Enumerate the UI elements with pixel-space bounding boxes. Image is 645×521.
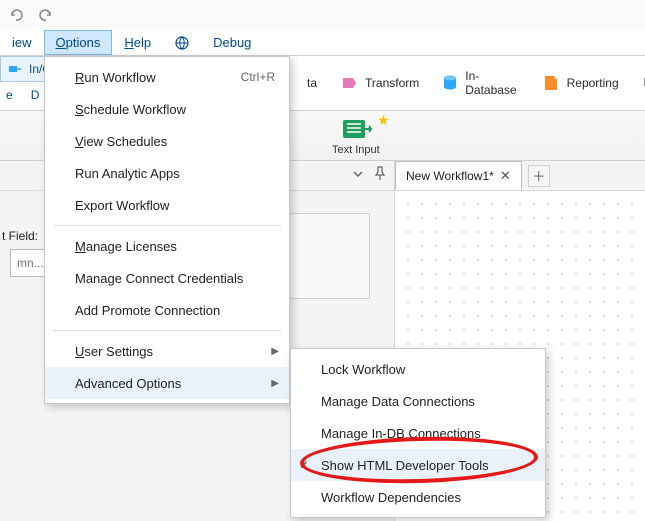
ribbon-reporting[interactable]: Reporting (531, 69, 629, 97)
menu-user-settings[interactable]: User Settings ▶ (45, 335, 289, 367)
menu-manage-connect-credentials[interactable]: Manage Connect Credentials (45, 262, 289, 294)
add-tab-button[interactable]: ＋ (528, 165, 550, 187)
subnav-item-e[interactable]: e (6, 88, 13, 102)
menu-bar: iew Options Help Debug (0, 30, 645, 56)
reporting-icon (541, 73, 561, 93)
workflow-tab[interactable]: New Workflow1* ✕ (395, 161, 522, 190)
advanced-options-dropdown: Lock Workflow Manage Data Connections Ma… (290, 348, 546, 518)
menu-debug[interactable]: Debug (201, 30, 263, 55)
tool-icon (9, 64, 21, 74)
shortcut-label: Ctrl+R (241, 70, 275, 84)
menu-manage-data-connections[interactable]: Manage Data Connections (291, 385, 545, 417)
ribbon-data[interactable]: ta (297, 72, 327, 94)
pin-icon[interactable] (374, 167, 386, 184)
options-dropdown: Run Workflow Ctrl+R Schedule Workflow Vi… (44, 56, 290, 404)
subnav-item-d[interactable]: D (31, 88, 40, 102)
menu-options[interactable]: Options (44, 30, 113, 55)
menu-schedule-workflow[interactable]: Schedule Workflow (45, 93, 289, 125)
undo-icon[interactable] (6, 5, 26, 25)
tab-label: New Workflow1* (406, 169, 494, 183)
menu-lock-workflow[interactable]: Lock Workflow (291, 353, 545, 385)
menu-run-workflow[interactable]: Run Workflow Ctrl+R (45, 61, 289, 93)
check-icon: ✓ (299, 458, 309, 472)
menu-advanced-options[interactable]: Advanced Options ▶ (45, 367, 289, 399)
menu-manage-licenses[interactable]: Manage Licenses (45, 230, 289, 262)
menu-run-analytic-apps[interactable]: Run Analytic Apps (45, 157, 289, 189)
menu-add-promote-connection[interactable]: Add Promote Connection (45, 294, 289, 326)
chevron-down-icon[interactable] (352, 168, 364, 183)
ribbon-documentation[interactable]: Docum (631, 69, 645, 97)
menu-view[interactable]: iew (0, 30, 44, 55)
database-icon (441, 73, 459, 93)
menu-help[interactable]: Help (112, 30, 163, 55)
ribbon-transform[interactable]: Transform (329, 69, 429, 97)
preview-box (280, 213, 370, 299)
star-icon: ★ (377, 112, 390, 129)
menu-workflow-dependencies[interactable]: Workflow Dependencies (291, 481, 545, 513)
ribbon-indatabase[interactable]: In-Database (431, 65, 528, 101)
text-input-icon (341, 116, 371, 142)
subnav-items: e D (0, 88, 39, 102)
globe-icon[interactable] (163, 30, 201, 55)
menu-manage-indb-connections[interactable]: Manage In-DB Connections (291, 417, 545, 449)
tool-text-input[interactable]: ★ Text Input (332, 116, 380, 156)
redo-icon[interactable] (36, 5, 56, 25)
menu-export-workflow[interactable]: Export Workflow (45, 189, 289, 221)
close-icon[interactable]: ✕ (500, 168, 511, 184)
tool-label: Text Input (332, 144, 380, 156)
field-label: t Field: (0, 229, 38, 243)
submenu-arrow-icon: ▶ (271, 378, 279, 389)
speech-icon (641, 73, 645, 93)
menu-show-html-developer-tools[interactable]: ✓ Show HTML Developer Tools (291, 449, 545, 481)
transform-icon (339, 73, 359, 93)
menu-view-schedules[interactable]: View Schedules (45, 125, 289, 157)
submenu-arrow-icon: ▶ (271, 346, 279, 357)
